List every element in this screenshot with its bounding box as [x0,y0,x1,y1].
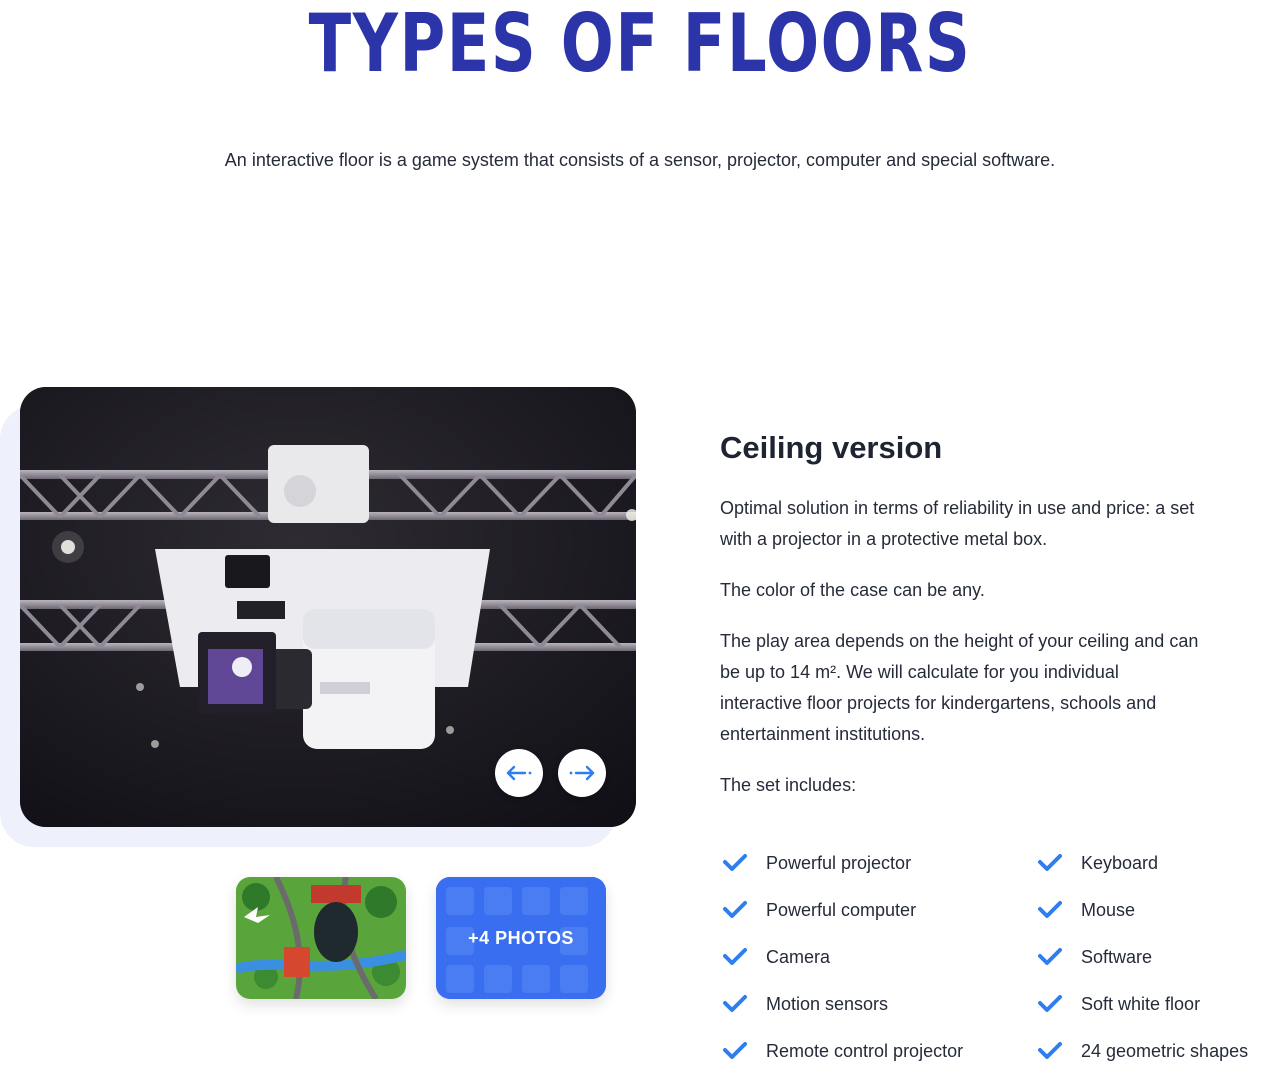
checkmark-icon [1038,1042,1062,1059]
included-item: Motion sensors [722,988,888,1020]
main-gallery-photo [20,387,636,827]
included-item-label: Keyboard [1081,852,1159,873]
checkmark-icon [723,948,747,965]
set-includes-heading: The set includes: [720,775,857,795]
checkmark-icon [1038,995,1062,1012]
set-includes-list: Powerful projector Powerful computer Camer… [722,847,1262,1068]
checkmark-icon [723,854,747,871]
product-description: Optimal solution in terms of reliability… [720,498,1195,549]
included-item-label: Motion sensors [766,993,889,1014]
included-item: Mouse [1037,894,1135,926]
included-item: Camera [722,941,830,973]
checkmark-icon [1038,948,1062,965]
checkmark-icon [723,1042,747,1059]
included-item-label: Remote control projector [766,1040,964,1061]
previous-photo-button[interactable] [495,749,543,797]
more-photos-thumbnail[interactable]: +4 PHOTOS [436,877,606,999]
included-item-label: Camera [766,946,831,967]
included-item-label: Powerful computer [766,899,917,920]
case-color-note: The color of the case can be any. [720,580,985,600]
gallery-thumbnail[interactable] [236,877,406,999]
included-item: Remote control projector [722,1035,963,1067]
included-item-label: Mouse [1081,899,1136,920]
included-item: Powerful computer [722,894,916,926]
page-title: TYPES OF FLOORS [308,0,972,90]
included-item-label: Soft white floor [1081,993,1201,1014]
ceiling-mounted-projector-photo [20,387,636,827]
included-item-label: Powerful projector [766,852,912,873]
product-title: Ceiling version [720,430,943,465]
included-item-label: 24 geometric shapes [1081,1040,1249,1061]
included-item: Keyboard [1037,847,1158,879]
checkmark-icon [1038,854,1062,871]
included-item: Software [1037,941,1152,973]
next-photo-button[interactable] [558,749,606,797]
arrow-right-icon [569,765,595,781]
intro-text: An interactive floor is a game system th… [224,150,1056,170]
included-item: 24 geometric shapes [1037,1035,1248,1067]
included-item-label: Software [1081,946,1153,967]
checkmark-icon [723,995,747,1012]
arrow-left-icon [506,765,532,781]
included-item: Powerful projector [722,847,911,879]
play-area-note: The play area depends on the height of y… [720,631,1199,744]
more-photos-label: +4 PHOTOS [468,927,574,948]
interactive-floor-railway-game-photo [236,877,406,999]
checkmark-icon [1038,901,1062,918]
included-item: Soft white floor [1037,988,1200,1020]
checkmark-icon [723,901,747,918]
